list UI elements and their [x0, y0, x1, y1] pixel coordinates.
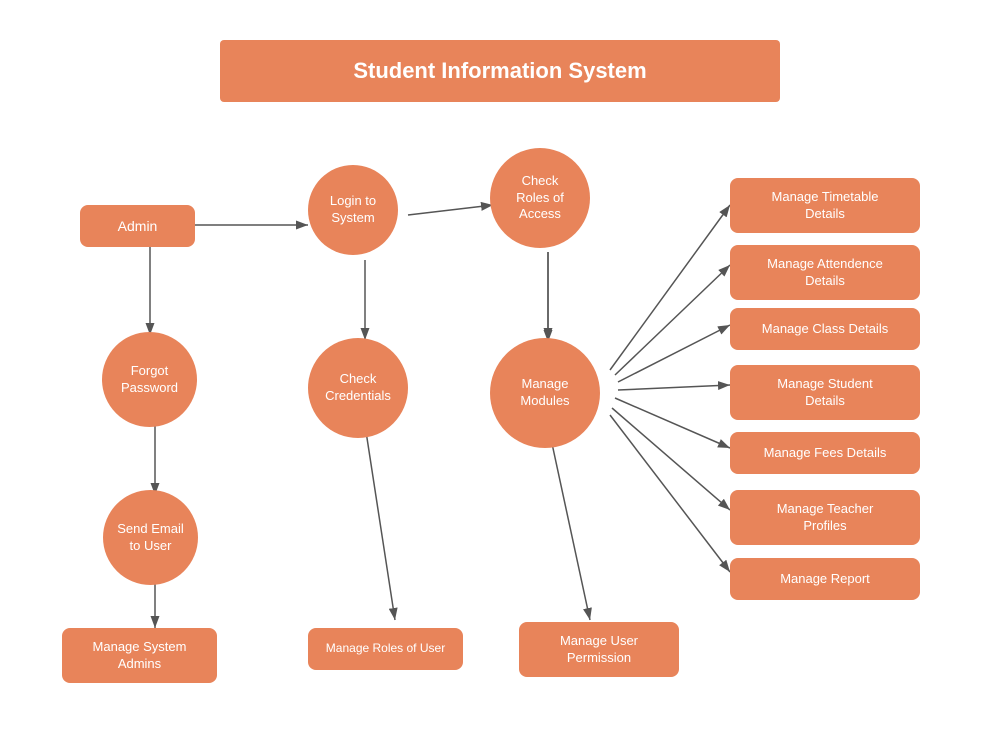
manage-timetable-box: Manage Timetable Details	[730, 178, 920, 233]
manage-student-box: Manage Student Details	[730, 365, 920, 420]
manage-modules-node: Manage Modules	[490, 338, 600, 448]
diagram-title: Student Information System	[220, 40, 780, 102]
manage-fees-box: Manage Fees Details	[730, 432, 920, 474]
login-node: Login to System	[308, 165, 398, 255]
manage-roles-user-box: Manage Roles of User	[308, 628, 463, 670]
manage-class-box: Manage Class Details	[730, 308, 920, 350]
check-credentials-node: Check Credentials	[308, 338, 408, 438]
check-roles-node: Check Roles of Access	[490, 148, 590, 248]
send-email-node: Send Email to User	[103, 490, 198, 585]
admin-box: Admin	[80, 205, 195, 247]
manage-report-box: Manage Report	[730, 558, 920, 600]
manage-teacher-box: Manage Teacher Profiles	[730, 490, 920, 545]
manage-user-permission-box: Manage User Permission	[519, 622, 679, 677]
forgot-password-node: Forgot Password	[102, 332, 197, 427]
manage-attendance-box: Manage Attendence Details	[730, 245, 920, 300]
diagram-container: Student Information System Admin Login t…	[0, 0, 1000, 746]
manage-system-admins-box: Manage System Admins	[62, 628, 217, 683]
